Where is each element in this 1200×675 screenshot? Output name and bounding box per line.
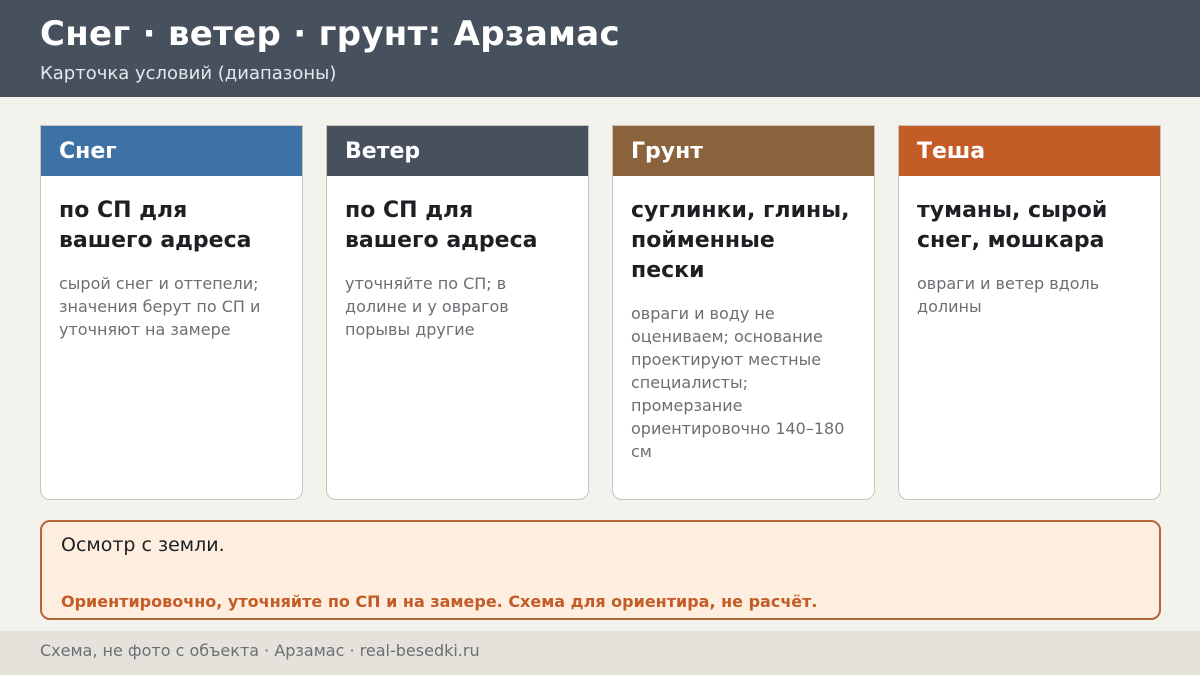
card-soil: Грунт суглинки, глины, пойменные пески о… xyxy=(612,125,875,500)
card-note: сырой снег и оттепели; значения берут по… xyxy=(59,274,261,339)
header: Снег · ветер · грунт: Арзамас Карточка у… xyxy=(0,0,1200,97)
card-heading: Теша xyxy=(899,126,1160,176)
card-snow: Снег по СП для вашего адреса сырой снег … xyxy=(40,125,303,500)
card-heading: Снег xyxy=(41,126,302,176)
card-note: уточняйте по СП; в долине и у оврагов по… xyxy=(345,274,509,339)
card-heading: Ветер xyxy=(327,126,588,176)
card-value: суглинки, глины, пойменные пески xyxy=(631,198,850,283)
card-value: по СП для вашего адреса xyxy=(59,198,252,253)
footer-text: Схема, не фото с объекта · Арзамас · rea… xyxy=(40,641,480,660)
page-subtitle: Карточка условий (диапазоны) xyxy=(40,63,337,84)
card-note: овраги и воду не оцениваем; основание пр… xyxy=(631,304,845,461)
notice-warning: Ориентировочно, уточняйте по СП и на зам… xyxy=(61,592,818,611)
footer: Схема, не фото с объекта · Арзамас · rea… xyxy=(0,631,1200,675)
card-value: по СП для вашего адреса xyxy=(345,198,538,253)
card-note: овраги и ветер вдоль долины xyxy=(917,274,1100,316)
page-title: Снег · ветер · грунт: Арзамас xyxy=(40,14,620,54)
card-heading: Грунт xyxy=(613,126,874,176)
notice-text: Осмотр с земли. xyxy=(61,534,225,556)
card-value: туманы, сырой снег, мошкара xyxy=(917,198,1108,253)
card-wind: Ветер по СП для вашего адреса уточняйте … xyxy=(326,125,589,500)
card-tesha: Теша туманы, сырой снег, мошкара овраги … xyxy=(898,125,1161,500)
notice-box: Осмотр с земли. Ориентировочно, уточняйт… xyxy=(40,520,1161,620)
